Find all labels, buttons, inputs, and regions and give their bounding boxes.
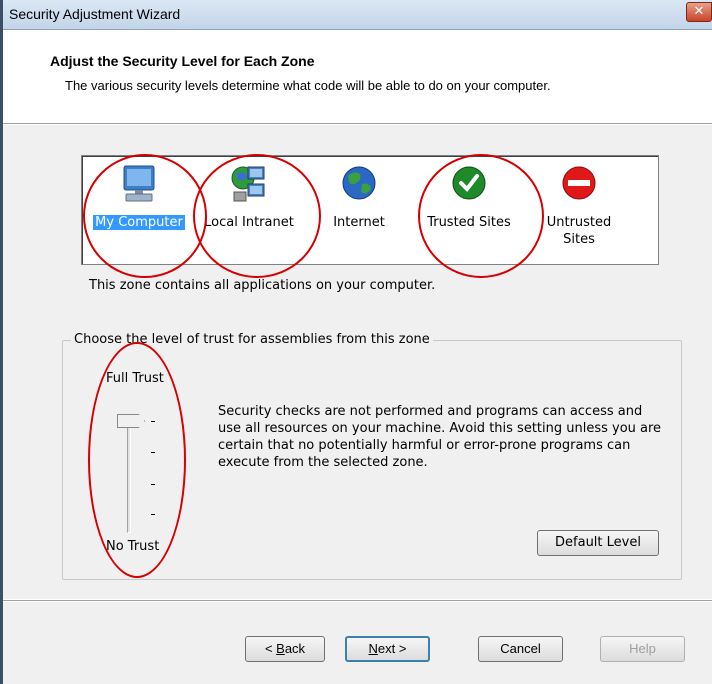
default-level-button[interactable]: Default Level bbox=[537, 530, 659, 556]
zone-untrusted-sites[interactable]: Untrusted Sites bbox=[524, 156, 634, 264]
local-intranet-icon bbox=[231, 166, 265, 202]
cancel-button[interactable]: Cancel bbox=[478, 636, 563, 662]
next-button[interactable]: Next > bbox=[345, 636, 430, 662]
slider-tick bbox=[151, 484, 155, 485]
trust-slider-track[interactable] bbox=[127, 423, 131, 533]
slider-tick bbox=[151, 452, 155, 453]
back-label: ack bbox=[284, 641, 306, 656]
full-trust-label: Full Trust bbox=[106, 371, 164, 386]
page-heading: Adjust the Security Level for Each Zone bbox=[50, 53, 315, 69]
zone-description: This zone contains all applications on y… bbox=[89, 278, 436, 293]
back-prefix: < bbox=[264, 641, 277, 656]
next-mnemonic: N bbox=[368, 641, 378, 656]
window-title: Security Adjustment Wizard bbox=[9, 6, 181, 22]
close-button[interactable]: ✕ bbox=[686, 2, 712, 22]
no-trust-label: No Trust bbox=[106, 539, 160, 554]
title-bar[interactable]: Security Adjustment Wizard ✕ bbox=[3, 0, 712, 30]
page-description: The various security levels determine wh… bbox=[65, 78, 551, 93]
zone-label: Trusted Sites bbox=[427, 215, 511, 230]
back-mnemonic: B bbox=[276, 641, 285, 656]
zone-list[interactable]: My Computer Local Intranet Internet Trus… bbox=[81, 155, 659, 265]
untrusted-sites-icon bbox=[562, 166, 596, 200]
trust-group-label: Choose the level of trust for assemblies… bbox=[71, 332, 433, 347]
next-label: ext > bbox=[377, 641, 407, 656]
zone-label: Internet bbox=[333, 215, 385, 230]
internet-globe-icon bbox=[342, 166, 376, 200]
back-button[interactable]: < Back bbox=[245, 636, 325, 662]
close-icon: ✕ bbox=[693, 4, 705, 19]
zone-label: My Computer bbox=[93, 215, 185, 230]
zone-trusted-sites[interactable]: Trusted Sites bbox=[414, 156, 524, 264]
zone-internet[interactable]: Internet bbox=[304, 156, 414, 264]
zone-local-intranet[interactable]: Local Intranet bbox=[194, 156, 304, 264]
slider-tick bbox=[151, 514, 155, 515]
zone-my-computer[interactable]: My Computer bbox=[84, 156, 194, 264]
wizard-header: Adjust the Security Level for Each Zone … bbox=[3, 31, 712, 123]
slider-tick bbox=[151, 421, 155, 422]
zone-label: Local Intranet bbox=[204, 215, 294, 230]
my-computer-icon bbox=[123, 165, 155, 202]
help-button[interactable]: Help bbox=[600, 636, 685, 662]
trust-level-description: Security checks are not performed and pr… bbox=[218, 404, 662, 470]
zone-label: Untrusted Sites bbox=[546, 215, 612, 247]
trusted-sites-icon bbox=[452, 166, 486, 200]
